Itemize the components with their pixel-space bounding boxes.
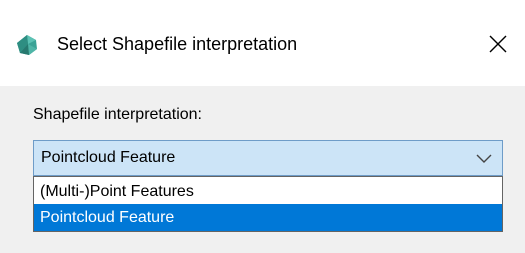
app-gem-icon — [17, 35, 37, 55]
close-icon — [489, 35, 507, 53]
combobox-selected-value: Pointcloud Feature — [41, 149, 176, 166]
close-button[interactable] — [478, 24, 518, 64]
combobox-dropdown-list: (Multi-)Point Features Pointcloud Featur… — [33, 176, 503, 232]
option-multi-point-features[interactable]: (Multi-)Point Features — [34, 178, 502, 205]
option-pointcloud-feature[interactable]: Pointcloud Feature — [34, 204, 502, 231]
shapefile-interpretation-label: Shapefile interpretation: — [33, 106, 202, 123]
chevron-down-icon[interactable] — [475, 151, 493, 165]
title-bar: Select Shapefile interpretation — [0, 0, 525, 86]
select-shapefile-interpretation-dialog: Select Shapefile interpretation Shapefil… — [0, 0, 525, 253]
shapefile-interpretation-combobox[interactable]: Pointcloud Feature — [33, 140, 503, 176]
dialog-title: Select Shapefile interpretation — [57, 34, 298, 54]
